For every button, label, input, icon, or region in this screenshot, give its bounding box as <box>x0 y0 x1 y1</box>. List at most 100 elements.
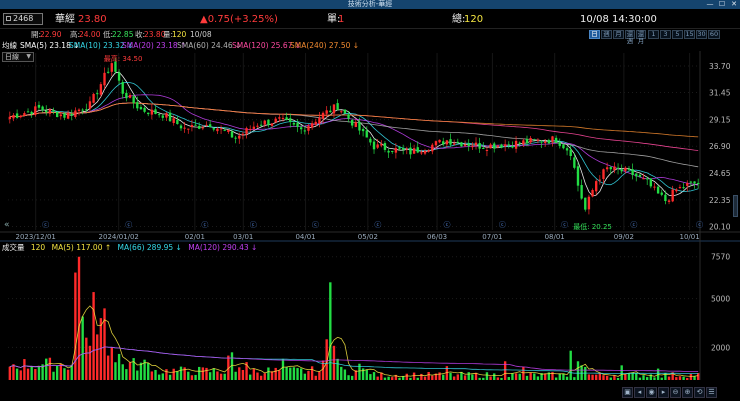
candle-body <box>70 113 73 116</box>
candle-body <box>376 144 379 148</box>
volume-bar <box>205 367 208 380</box>
scroll-left-icon[interactable]: « <box>4 221 10 230</box>
candle-body <box>474 142 478 146</box>
candle-body <box>216 128 219 132</box>
candle-body <box>165 113 168 118</box>
volume-bar <box>106 355 110 380</box>
layout-icon[interactable]: ▣ <box>622 387 633 398</box>
volume-bar <box>529 372 532 380</box>
volume-bar <box>310 366 314 380</box>
date-tick-label: 2023/12/01 <box>16 233 56 241</box>
candle-body <box>452 143 456 145</box>
candle-body <box>551 136 554 142</box>
volume-bar <box>340 366 343 380</box>
volume-bar <box>19 370 22 380</box>
candle-body <box>358 121 361 131</box>
candle-body <box>412 148 416 154</box>
candle-body <box>329 110 332 113</box>
candle-body <box>132 96 135 104</box>
zoom-in-icon[interactable]: ⊕ <box>682 387 693 398</box>
event-marker-icon: ⓒ <box>561 221 568 229</box>
volume-bar <box>281 358 285 380</box>
price-tick-label: 31.45 <box>709 89 731 98</box>
candle-body <box>387 150 390 153</box>
volume-bar <box>485 372 489 380</box>
volume-bar <box>259 375 263 380</box>
candle-body <box>405 148 408 150</box>
volume-bar <box>12 364 15 380</box>
candle-body <box>442 141 445 145</box>
sma240-line <box>9 102 699 138</box>
sma60-line <box>9 102 699 168</box>
volume-bar <box>165 369 168 380</box>
volume-bar <box>514 373 518 380</box>
candle-body <box>343 109 347 114</box>
volume-bar <box>77 256 81 380</box>
volume-bar <box>689 373 693 380</box>
volume-bar <box>63 368 66 380</box>
candle-body <box>616 167 620 169</box>
candle-body <box>580 185 583 199</box>
volume-bar <box>198 366 201 380</box>
candle-body <box>150 109 154 115</box>
candle-body <box>482 147 485 149</box>
candle-body <box>183 127 186 129</box>
volume-bar <box>37 366 41 380</box>
menu-icon[interactable]: ☰ <box>706 387 717 398</box>
volume-bar <box>496 377 500 380</box>
candle-body <box>128 95 132 98</box>
candle-body <box>205 124 208 126</box>
candle-body <box>602 169 605 179</box>
volume-bar <box>147 363 150 380</box>
record-icon[interactable]: ◉ <box>646 387 657 398</box>
step-forward-icon[interactable]: ▸ <box>658 387 669 398</box>
candle-body <box>518 142 521 144</box>
volume-bar <box>409 377 412 380</box>
candle-body <box>110 63 113 72</box>
volume-bar <box>300 368 303 380</box>
candle-body <box>187 128 190 130</box>
candle-body <box>325 110 328 114</box>
volume-bar <box>343 369 347 380</box>
volume-bar <box>682 376 685 380</box>
candle-body <box>332 104 336 114</box>
volume-bar <box>533 373 536 380</box>
volume-bar <box>580 365 583 380</box>
candle-body <box>434 141 438 146</box>
volume-tick-label: 2000 <box>711 343 730 352</box>
candle-body <box>354 122 358 127</box>
candle-body <box>19 115 22 118</box>
volume-bar <box>278 370 281 380</box>
chart-canvas[interactable]: 33.70 31.45 29.15 26.90 24.65 22.35 20.10 2023/… <box>0 0 740 401</box>
candle-body <box>380 144 383 146</box>
price-tick-label: 20.10 <box>709 222 731 231</box>
event-marker-icon: ⓒ <box>42 221 49 229</box>
candle-body <box>106 71 110 73</box>
volume-ma120-line <box>9 346 699 372</box>
volume-bar <box>522 366 525 380</box>
candle-body <box>303 130 307 132</box>
candle-body <box>314 121 317 125</box>
event-marker-icon: ⓒ <box>250 221 257 229</box>
step-back-icon[interactable]: ◂ <box>634 387 645 398</box>
volume-bar <box>8 366 12 380</box>
candle-body <box>383 143 387 150</box>
volume-bar <box>602 375 605 380</box>
candle-body <box>398 147 401 149</box>
volume-bar <box>74 272 77 380</box>
candle-body <box>409 147 412 155</box>
candle-body <box>281 117 285 120</box>
volume-bar <box>653 377 656 380</box>
volume-bar <box>372 372 376 380</box>
reset-icon[interactable]: ⟲ <box>694 387 705 398</box>
date-tick-label: 09/02 <box>614 233 634 241</box>
candle-body <box>136 102 139 109</box>
vertical-scrollbar[interactable] <box>733 195 738 217</box>
candle-body <box>638 174 642 177</box>
zoom-out-icon[interactable]: ⊖ <box>670 387 681 398</box>
candle-body <box>558 142 561 146</box>
candle-body <box>365 130 368 138</box>
volume-bar <box>125 369 128 380</box>
volume-bar <box>66 369 70 380</box>
volume-bar <box>463 375 467 380</box>
